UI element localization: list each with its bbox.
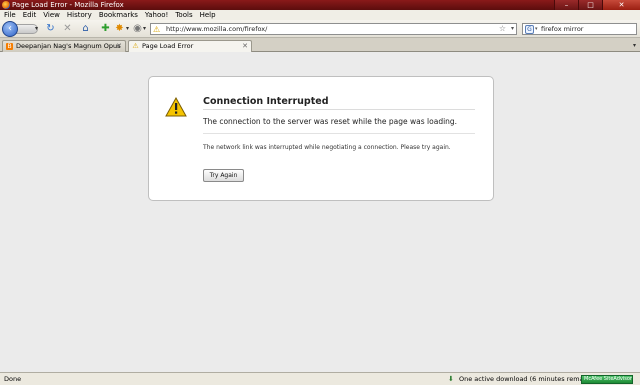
page-content: Connection Interrupted The connection to… (0, 52, 640, 372)
star-icon[interactable]: ☆ (499, 24, 506, 34)
tab-deepanjan[interactable]: B Deepanjan Nag's Magnum Opus ✕ (2, 40, 126, 52)
status-bar: Done ⬇ One active download (6 minutes re… (0, 372, 640, 385)
search-input[interactable]: firefox mirror (541, 25, 583, 34)
back-icon[interactable]: ‹ (2, 21, 18, 37)
tab-list-button[interactable]: ▾ (631, 41, 638, 50)
try-again-button[interactable]: Try Again (203, 169, 244, 182)
warning-icon: ⚠ (132, 42, 139, 50)
navigation-toolbar: ‹ ▾ ↻ ✕ ⌂ ✚ ✸ ▾ ◉ ▾ ⚠ http://www.mozilla… (0, 20, 640, 38)
url-dropdown-icon[interactable]: ▾ (511, 24, 514, 34)
addon-dropdown-icon[interactable]: ▾ (126, 25, 129, 32)
menu-view[interactable]: View (39, 10, 63, 20)
error-subtitle: The connection to the server was reset w… (203, 117, 458, 126)
menu-yahoo[interactable]: Yahoo! (141, 10, 171, 20)
tab-label: Deepanjan Nag's Magnum Opus (16, 42, 121, 50)
maximize-button[interactable]: □ (578, 0, 602, 10)
url-bar[interactable]: ⚠ http://www.mozilla.com/firefox/ ☆ ▾ (150, 23, 517, 35)
error-box: Connection Interrupted The connection to… (148, 76, 494, 201)
minimize-button[interactable]: – (554, 0, 578, 10)
error-description: The network link was interrupted while n… (203, 144, 451, 151)
addon-icon[interactable]: ✸ (113, 22, 126, 35)
warning-icon (165, 97, 187, 117)
download-icon[interactable]: ⬇ (448, 375, 456, 383)
firefox-logo-icon (2, 1, 10, 9)
divider (203, 133, 475, 134)
window-controls: – □ ✕ (554, 0, 640, 10)
blogger-icon: B (6, 43, 13, 50)
menu-bookmarks[interactable]: Bookmarks (95, 10, 141, 20)
menu-tools[interactable]: Tools (171, 10, 195, 20)
title-bar: Page Load Error - Mozilla Firefox – □ ✕ (0, 0, 640, 10)
error-title: Connection Interrupted (203, 96, 329, 107)
mcafee-siteadvisor-button[interactable]: McAfee SiteAdvisor (581, 375, 633, 384)
stop-icon[interactable]: ✕ (61, 22, 74, 35)
menu-bar: File Edit View History Bookmarks Yahoo! … (0, 10, 640, 20)
search-bar[interactable]: G ▾ firefox mirror (522, 23, 637, 35)
window-title: Page Load Error - Mozilla Firefox (12, 1, 124, 9)
tab-close-icon[interactable]: ✕ (242, 42, 248, 51)
search-engine-icon[interactable]: G (525, 25, 534, 34)
recording-dropdown-icon[interactable]: ▾ (143, 25, 146, 32)
status-text: Done (4, 375, 22, 383)
tab-strip: B Deepanjan Nag's Magnum Opus ✕ ⚠ Page L… (0, 38, 640, 53)
add-bookmark-icon[interactable]: ✚ (99, 22, 112, 35)
history-dropdown-icon[interactable]: ▾ (35, 25, 38, 32)
menu-help[interactable]: Help (196, 10, 219, 20)
home-icon[interactable]: ⌂ (79, 22, 92, 35)
menu-history[interactable]: History (63, 10, 95, 20)
menu-file[interactable]: File (0, 10, 19, 20)
tab-label: Page Load Error (142, 42, 194, 50)
menu-edit[interactable]: Edit (19, 10, 40, 20)
warning-icon: ⚠ (153, 25, 161, 34)
url-text[interactable]: http://www.mozilla.com/firefox/ (166, 25, 267, 34)
search-engine-dropdown-icon[interactable]: ▾ (535, 25, 538, 34)
reload-icon[interactable]: ↻ (44, 22, 57, 35)
close-button[interactable]: ✕ (602, 0, 640, 10)
tab-close-icon[interactable]: ✕ (116, 42, 122, 51)
divider (203, 109, 475, 110)
